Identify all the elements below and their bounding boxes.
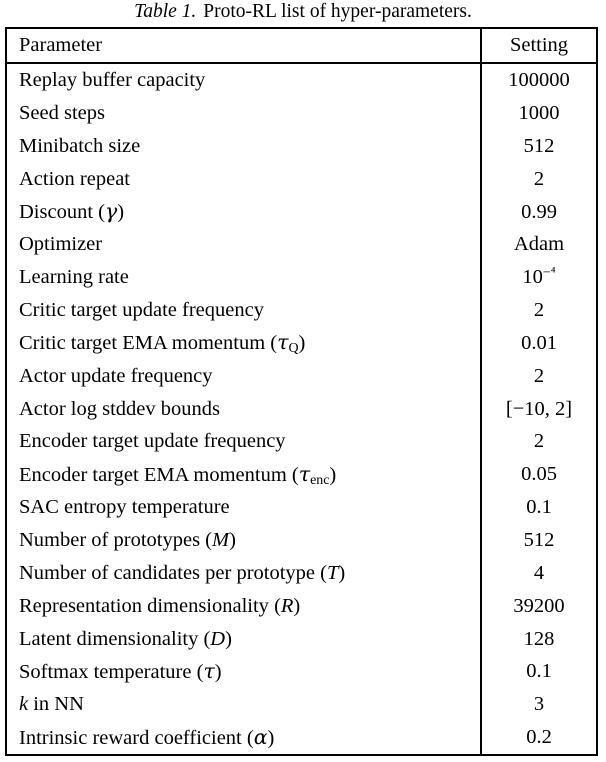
row-parameter: k in NN (7, 688, 482, 721)
row-setting: 0.05 (521, 463, 557, 486)
column-header-parameter: Parameter (7, 29, 482, 64)
table-row: Seed steps 1000 (7, 96, 596, 130)
table-row: Representation dimensionality (R) 39200 (7, 589, 596, 623)
row-setting: 512 (523, 529, 555, 552)
table-row: Number of candidates per prototype (T) 4 (7, 556, 596, 590)
table-body: Replay buffer capacity 100000 Seed steps… (7, 63, 596, 754)
row-setting: Adam (513, 233, 565, 256)
table-row: Encoder target update frequency 2 (7, 425, 596, 459)
row-parameter: SAC entropy temperature (7, 491, 482, 524)
hyperparameter-table: Parameter Setting Replay buffer capacity… (5, 27, 598, 756)
table-caption-text: Proto-RL list of hyper-parameters. (203, 1, 472, 22)
row-parameter: Action repeat (7, 162, 482, 196)
row-parameter: Encoder target update frequency (7, 425, 482, 459)
row-parameter: Critic target EMA momentum (τQ) (7, 326, 482, 360)
row-parameter: Number of candidates per prototype (T) (7, 556, 482, 590)
row-parameter: Replay buffer capacity (7, 63, 482, 97)
row-parameter: Encoder target EMA momentum (τenc) (7, 458, 482, 491)
row-parameter: Number of prototypes (M) (7, 523, 482, 557)
row-setting: 39200 (513, 594, 565, 617)
row-parameter: Critic target update frequency (7, 293, 482, 327)
table-row: Actor update frequency 2 (7, 359, 596, 393)
row-setting: 4 (533, 561, 545, 584)
row-parameter: Actor update frequency (7, 359, 482, 393)
table-row: k in NN 3 (7, 688, 596, 721)
table-row: Critic target update frequency 2 (7, 293, 596, 327)
row-parameter: Intrinsic reward coefficient (α) (7, 720, 482, 754)
row-parameter: Minibatch size (7, 129, 482, 163)
table-row: Discount (γ) 0.99 (7, 195, 596, 229)
table-row: SAC entropy temperature 0.1 (7, 491, 596, 524)
row-setting: 2 (533, 364, 545, 387)
row-setting: 128 (523, 627, 555, 650)
row-setting: 512 (523, 134, 555, 157)
row-setting: 0.01 (521, 331, 557, 354)
table-row: Learning rate 10−⁴ (7, 261, 596, 294)
row-setting: 2 (533, 167, 545, 190)
row-setting: [−10, 2] (505, 397, 573, 420)
row-setting: 0.99 (521, 200, 557, 223)
table-row: Number of prototypes (M) 512 (7, 523, 596, 557)
row-setting: 0.1 (526, 496, 552, 519)
table-header-row: Parameter Setting (7, 29, 596, 64)
column-header-setting: Setting (481, 29, 596, 64)
table-row: Intrinsic reward coefficient (α) 0.2 (7, 720, 596, 754)
row-setting: 100000 (508, 69, 570, 92)
row-setting: 10−⁴ (522, 265, 556, 289)
table-row: Optimizer Adam (7, 228, 596, 262)
table-row: Actor log stddev bounds [−10, 2] (7, 392, 596, 426)
row-setting: 0.2 (526, 726, 552, 749)
row-setting: 1000 (518, 102, 560, 125)
table-page: Table 1. Proto-RL list of hyper-parameter… (0, 0, 606, 762)
row-parameter: Latent dimensionality (D) (7, 622, 482, 656)
table-row: Softmax temperature (τ) 0.1 (7, 655, 596, 689)
table-row: Encoder target EMA momentum (τenc) 0.05 (7, 458, 596, 491)
row-setting: 3 (533, 693, 545, 716)
row-parameter: Optimizer (7, 228, 482, 262)
table-row: Latent dimensionality (D) 128 (7, 622, 596, 656)
row-parameter: Softmax temperature (τ) (7, 655, 482, 689)
row-parameter: Seed steps (7, 96, 482, 130)
table-row: Minibatch size 512 (7, 129, 596, 163)
table-row: Action repeat 2 (7, 162, 596, 196)
table-row: Replay buffer capacity 100000 (7, 63, 596, 97)
row-setting: 2 (533, 299, 545, 322)
row-parameter: Actor log stddev bounds (7, 392, 482, 426)
row-parameter: Representation dimensionality (R) (7, 589, 482, 623)
table-caption: Table 1. Proto-RL list of hyper-parameter… (0, 0, 606, 25)
table-row: Critic target EMA momentum (τQ) 0.01 (7, 326, 596, 360)
row-parameter: Discount (γ) (7, 195, 482, 229)
row-parameter: Learning rate (7, 261, 482, 294)
row-setting: 0.1 (526, 660, 552, 683)
row-setting: 2 (533, 430, 545, 453)
table-caption-label: Table 1. (134, 1, 197, 22)
